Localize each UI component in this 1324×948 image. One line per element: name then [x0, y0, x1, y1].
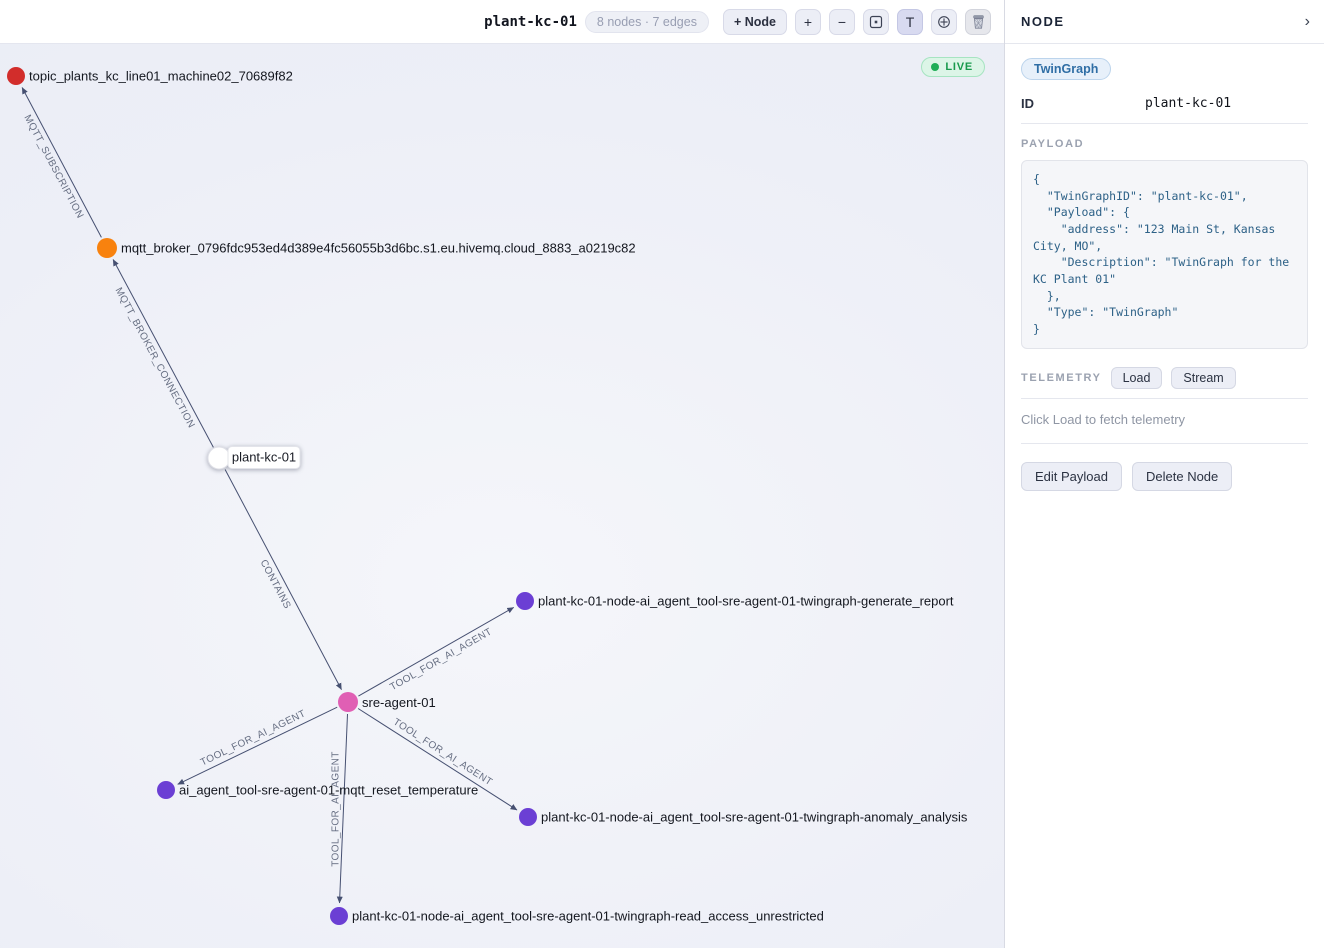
live-label: LIVE — [945, 61, 973, 73]
inspector-body: TwinGraph ID plant-kc-01 PAYLOAD { "Twin… — [1005, 44, 1324, 491]
inspector-header: NODE › — [1005, 0, 1324, 44]
edge-label: MQTT_SUBSCRIPTION — [21, 113, 85, 220]
node-actions-row: Edit Payload Delete Node — [1021, 462, 1308, 491]
add-node-button[interactable]: + Node — [723, 9, 787, 35]
edit-payload-button[interactable]: Edit Payload — [1021, 462, 1122, 491]
node-reset-temperature[interactable] — [157, 781, 175, 799]
plus-icon: + — [804, 15, 812, 29]
chevron-right-icon[interactable]: › — [1305, 14, 1310, 30]
node-type-badge: TwinGraph — [1021, 58, 1111, 80]
graph-toolbar: plant-kc-01 8 nodes · 7 edges + Node + −… — [0, 0, 1004, 44]
id-value: plant-kc-01 — [1145, 96, 1231, 111]
node-label-topic: topic_plants_kc_line01_machine02_70689f8… — [29, 69, 293, 84]
node-generate-report[interactable] — [516, 592, 534, 610]
delete-node-button[interactable]: Delete Node — [1132, 462, 1232, 491]
center-graph-button[interactable] — [931, 9, 957, 35]
node-label-reset-temperature: ai_agent_tool-sre-agent-01-mqtt_reset_te… — [179, 783, 478, 798]
node-label-read-access: plant-kc-01-node-ai_agent_tool-sre-agent… — [352, 909, 824, 924]
edge-label: MQTT_BROKER_CONNECTION — [113, 286, 197, 430]
edge-mqtt-broker-connection — [113, 260, 213, 448]
telemetry-row: TELEMETRY Load Stream — [1021, 367, 1308, 399]
crosshair-icon — [937, 15, 951, 29]
node-label-sre-agent-01: sre-agent-01 — [362, 695, 436, 710]
node-sre-agent-01[interactable] — [338, 692, 358, 712]
node-label-generate-report: plant-kc-01-node-ai_agent_tool-sre-agent… — [538, 594, 954, 609]
app-root: plant-kc-01 8 nodes · 7 edges + Node + −… — [0, 0, 1324, 948]
edge-contains — [225, 470, 341, 690]
payload-json-view: { "TwinGraphID": "plant-kc-01", "Payload… — [1021, 160, 1308, 349]
graph-pane: plant-kc-01 8 nodes · 7 edges + Node + −… — [0, 0, 1004, 948]
edge-tool-generate-report — [358, 607, 513, 696]
toggle-labels-button[interactable]: T — [897, 9, 923, 35]
graph-canvas[interactable]: MQTT_SUBSCRIPTION MQTT_BROKER_CONNECTION… — [0, 44, 1004, 948]
text-icon: T — [906, 15, 915, 29]
stream-telemetry-button[interactable]: Stream — [1171, 367, 1235, 389]
edge-label: TOOL_FOR_AI_AGENT — [391, 717, 494, 789]
node-inspector-panel: NODE › TwinGraph ID plant-kc-01 PAYLOAD … — [1004, 0, 1324, 948]
live-badge: LIVE — [921, 57, 985, 77]
node-label-mqtt-broker: mqtt_broker_0796fdc953ed4d389e4fc56055b3… — [121, 241, 636, 256]
node-label-anomaly-analysis: plant-kc-01-node-ai_agent_tool-sre-agent… — [541, 810, 968, 825]
graph-title: plant-kc-01 — [484, 14, 577, 30]
node-plant-kc-01-selected[interactable]: plant-kc-01 — [208, 447, 300, 470]
trash-icon — [971, 14, 986, 30]
payload-section-label: PAYLOAD — [1021, 138, 1308, 150]
graph-stats-badge: 8 nodes · 7 edges — [585, 11, 709, 33]
telemetry-section-label: TELEMETRY — [1021, 372, 1102, 384]
minus-icon: − — [838, 15, 846, 29]
edge-label: TOOL_FOR_AI_AGENT — [388, 626, 494, 693]
load-telemetry-button[interactable]: Load — [1111, 367, 1163, 389]
inspector-title: NODE — [1021, 14, 1065, 29]
edge-mqtt-subscription — [22, 88, 101, 238]
id-row: ID plant-kc-01 — [1021, 96, 1308, 124]
edge-tool-reset-temperature — [178, 707, 338, 784]
telemetry-hint: Click Load to fetch telemetry — [1021, 412, 1308, 444]
edge-label: TOOL_FOR_AI_AGENT — [199, 708, 308, 768]
fit-view-button[interactable] — [863, 9, 889, 35]
zoom-in-button[interactable]: + — [795, 9, 821, 35]
node-read-access[interactable] — [330, 907, 348, 925]
live-dot-icon — [931, 63, 939, 71]
id-label: ID — [1021, 96, 1145, 111]
fit-view-icon — [869, 15, 883, 29]
selected-node-chip-label: plant-kc-01 — [232, 450, 296, 465]
delete-button[interactable] — [965, 9, 991, 35]
zoom-out-button[interactable]: − — [829, 9, 855, 35]
node-anomaly-analysis[interactable] — [519, 808, 537, 826]
edge-label: CONTAINS — [258, 558, 293, 611]
node-mqtt-broker[interactable] — [97, 238, 117, 258]
graph-svg: MQTT_SUBSCRIPTION MQTT_BROKER_CONNECTION… — [0, 44, 1004, 948]
node-topic[interactable] — [7, 67, 25, 85]
edge-label: TOOL_FOR_AI_AGENT — [331, 751, 342, 867]
